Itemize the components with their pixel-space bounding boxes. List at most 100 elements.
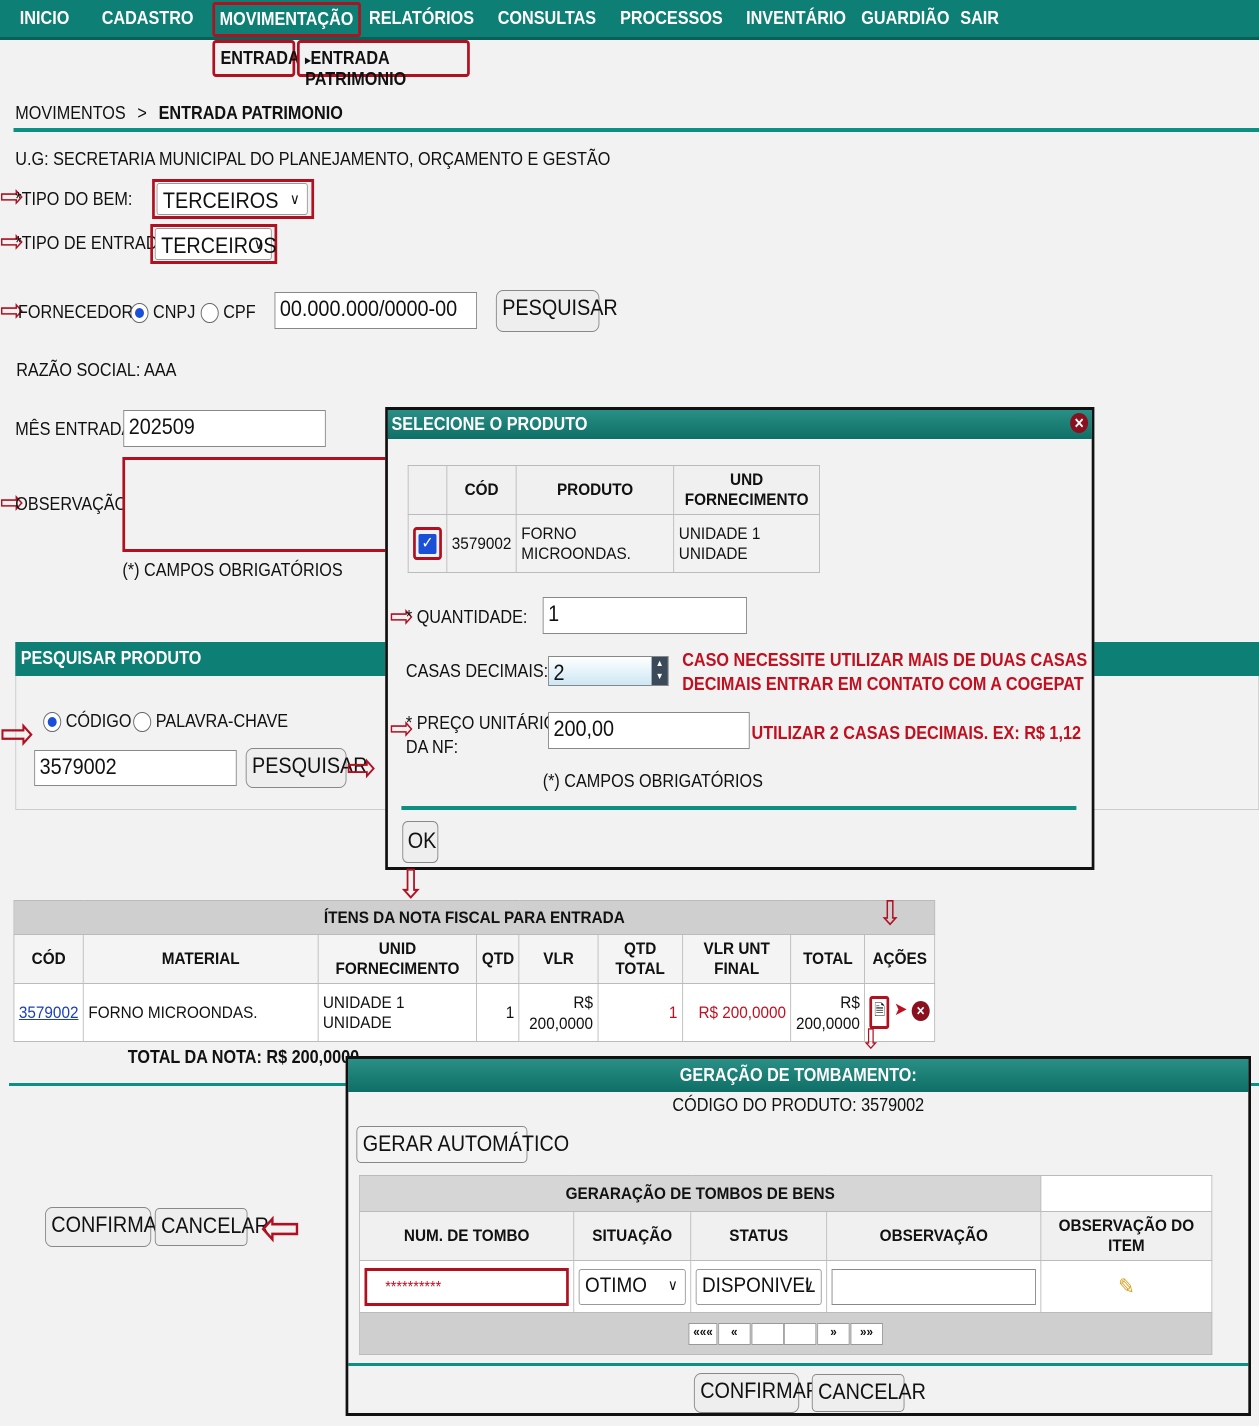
annotation-arrow-icon: ⇨: [391, 867, 431, 901]
pager-page-input[interactable]: [751, 1322, 784, 1345]
pesquisar-produto-button[interactable]: PESQUISAR: [245, 748, 368, 788]
pager-prev[interactable]: «: [718, 1322, 751, 1345]
submenu-entrada[interactable]: ENTRADA: [212, 40, 300, 77]
ug-label: U.G: SECRETARIA MUNICIPAL DO PLANEJAMENT…: [15, 149, 611, 169]
produto-search-input[interactable]: 3579002: [34, 750, 237, 786]
tombamento-divider: [348, 1363, 1249, 1366]
itens-col-acoes: AÇÕES: [864, 934, 936, 984]
tombo-cell: **********: [359, 1260, 575, 1313]
produto-col-produto: PRODUTO: [515, 465, 675, 515]
tipo-entrada-select[interactable]: TERCEIROS: [154, 228, 277, 260]
checkbox-highlight: ✓: [413, 527, 442, 560]
table-row: 3579002 FORNO MICROONDAS. UNIDADE 1 UNID…: [13, 983, 936, 1042]
breadcrumb: MOVIMENTOS > ENTRADA PATRIMONIO: [15, 103, 343, 124]
breadcrumb-current: ENTRADA PATRIMONIO: [158, 103, 343, 123]
table-row[interactable]: ✓ 3579002 FORNO MICROONDAS. UNIDADE 1 UN…: [407, 514, 820, 573]
breadcrumb-parent[interactable]: MOVIMENTOS: [15, 103, 125, 123]
ok-button[interactable]: OK: [402, 821, 439, 863]
palavra-chave-option[interactable]: PALAVRA-CHAVE: [133, 711, 288, 733]
nav-cadastro[interactable]: CADASTRO: [102, 8, 194, 29]
tombamento-modal: GERAÇÃO DE TOMBAMENTO: CÓDIGO DO PRODUTO…: [345, 1056, 1251, 1416]
table-row: ********** OTIMO DISPONIVEL ✎: [359, 1260, 1213, 1313]
observacao-textarea[interactable]: [122, 457, 388, 552]
mes-entrada-label: MÊS ENTRADA:: [15, 419, 137, 439]
item-cod-link[interactable]: 3579002: [19, 1003, 79, 1022]
checkbox-checked-icon[interactable]: ✓: [418, 534, 437, 554]
cancelar-button[interactable]: CANCELAR: [154, 1208, 269, 1246]
campos-obrigatorios: (*) CAMPOS OBRIGATÓRIOS: [122, 560, 343, 580]
cnpj-option[interactable]: CNPJ: [130, 302, 195, 324]
submenu-entrada-patrimonio[interactable]: ▸ENTRADA PATRIMONIO: [297, 40, 470, 89]
observacao-cell: [826, 1260, 1042, 1313]
produto-col-cod: CÓD: [446, 465, 517, 515]
casas-decimais-stepper[interactable]: 2 ▲ ▼: [548, 656, 669, 686]
status-cell: DISPONIVEL: [690, 1260, 828, 1313]
produto-nome: FORNO MICROONDAS.: [515, 514, 675, 573]
situacao-select[interactable]: OTIMO: [578, 1268, 686, 1305]
pesquisar-fornecedor-button[interactable]: PESQUISAR: [495, 290, 618, 332]
nav-inicio[interactable]: INICIO: [20, 8, 70, 29]
razao-social: RAZÃO SOCIAL: AAA: [16, 360, 177, 380]
close-icon[interactable]: ✕: [1070, 413, 1089, 433]
nav-consultas[interactable]: CONSULTAS: [498, 8, 596, 29]
item-qtd: 1: [476, 983, 520, 1042]
cpf-option[interactable]: CPF: [200, 302, 256, 324]
gerar-automatico-button[interactable]: GERAR AUTOMÁTICO: [356, 1126, 569, 1163]
produto-table: CÓD PRODUTO UND FORNECIMENTO ✓ 3579002 F…: [407, 465, 820, 573]
annotation-arrow-icon: ⇨: [259, 1198, 300, 1258]
quantidade-input[interactable]: 1: [542, 597, 747, 634]
item-vlr-currency: R$: [573, 992, 593, 1012]
tipo-bem-select[interactable]: TERCEIROS: [156, 183, 308, 215]
tipo-bem-label: *TIPO DO BEM:: [15, 189, 133, 209]
itens-col-qtd: QTD: [476, 934, 520, 984]
confirmar-button[interactable]: CONFIRMAR: [45, 1207, 171, 1247]
status-select[interactable]: DISPONIVEL: [695, 1268, 822, 1305]
nav-sair[interactable]: SAIR: [960, 8, 999, 29]
situacao-cell: OTIMO: [573, 1260, 692, 1313]
tombos-col-obs-item: OBSERVAÇÃO DO ITEM: [1040, 1211, 1213, 1261]
cpf-radio[interactable]: [200, 303, 219, 324]
itens-col-material: MATERIAL: [82, 934, 319, 984]
itens-table: ÍTENS DA NOTA FISCAL PARA ENTRADA CÓD MA…: [13, 900, 936, 1042]
modal-divider: [401, 806, 1077, 810]
tombamento-cancelar-button[interactable]: CANCELAR: [811, 1374, 926, 1412]
palavra-chave-radio[interactable]: [133, 712, 152, 733]
nav-inventario[interactable]: INVENTÁRIO: [746, 8, 846, 29]
itens-col-qtd-total: QTD TOTAL: [597, 934, 683, 984]
item-qtd-total: 1: [597, 983, 683, 1042]
nav-processos[interactable]: PROCESSOS: [620, 8, 723, 29]
tombamento-confirmar-button[interactable]: CONFIRMAR: [693, 1373, 820, 1413]
pin-icon[interactable]: ➤: [894, 999, 908, 1020]
pager-next[interactable]: »: [817, 1322, 850, 1345]
selecione-produto-modal: SELECIONE O PRODUTO ✕ CÓD PRODUTO UND FO…: [385, 407, 1095, 870]
pager-total: [784, 1322, 817, 1345]
pager-last[interactable]: »»: [850, 1322, 883, 1345]
tombo-input[interactable]: **********: [364, 1267, 569, 1306]
tombos-title-spacer: [1040, 1175, 1213, 1212]
nav-relatorios[interactable]: RELATÓRIOS: [369, 8, 474, 29]
fornecedor-input[interactable]: 00.000.000/0000-00: [274, 292, 477, 329]
nav-movimentacao[interactable]: MOVIMENTAÇÃO: [212, 2, 361, 37]
delete-icon[interactable]: ✕: [911, 1001, 930, 1021]
pencil-icon[interactable]: ✎: [1118, 1274, 1135, 1299]
stepper-arrows-icon[interactable]: ▲ ▼: [651, 657, 668, 685]
item-total-amount: 200,0000: [796, 1013, 860, 1033]
codigo-option[interactable]: CÓDIGO: [43, 711, 131, 733]
document-icon[interactable]: 🗎: [869, 996, 890, 1029]
tombos-title: GERARAÇÃO DE TOMBOS DE BENS: [359, 1175, 1042, 1212]
cnpj-radio[interactable]: [130, 303, 149, 324]
itens-col-cod: CÓD: [13, 934, 84, 984]
cpf-label: CPF: [223, 302, 256, 322]
mes-entrada-input[interactable]: 202509: [123, 410, 326, 447]
pager-first[interactable]: «««: [688, 1322, 718, 1345]
tombamento-title: GERAÇÃO DE TOMBAMENTO:: [348, 1059, 1249, 1092]
item-total: R$ 200,0000: [790, 983, 866, 1042]
item-unid: UNIDADE 1 UNIDADE: [317, 983, 478, 1042]
observacao-label: OBSERVAÇÃO:: [15, 494, 132, 514]
quantidade-label: * QUANTIDADE:: [405, 607, 528, 627]
preco-unitario-input[interactable]: 200,00: [548, 712, 750, 749]
nav-guardiao[interactable]: GUARDIÃO: [861, 8, 949, 29]
codigo-radio[interactable]: [43, 712, 62, 733]
casas-decimais-value: 2: [553, 660, 565, 685]
observacao-input[interactable]: [831, 1268, 1036, 1305]
